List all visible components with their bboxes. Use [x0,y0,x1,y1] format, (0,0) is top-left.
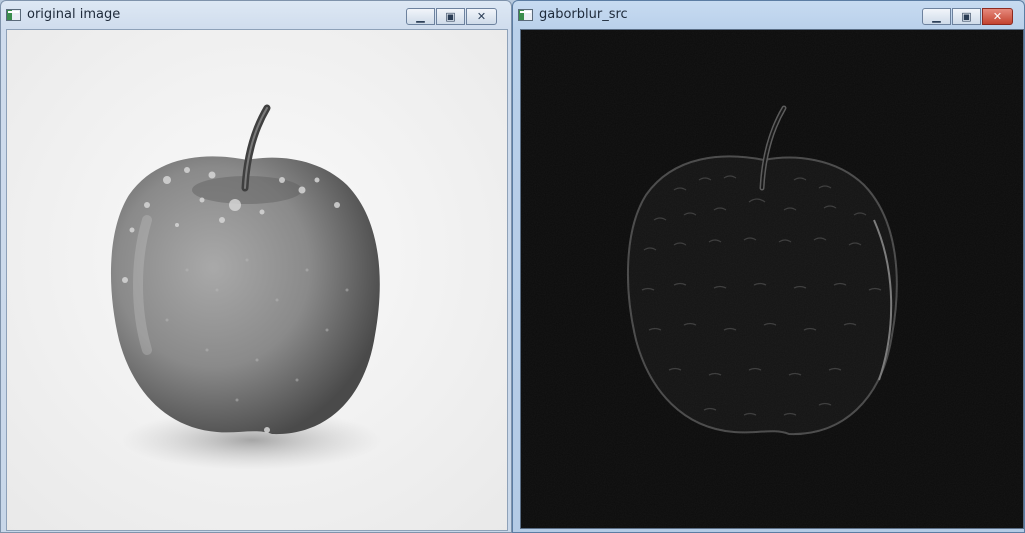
minimize-icon: ▁ [932,10,941,23]
app-window-icon [518,9,533,21]
window-title: original image [27,7,121,22]
close-icon: ✕ [476,10,487,23]
minimize-button[interactable]: ▁ [922,8,951,25]
maximize-button[interactable]: ▣ [952,8,981,25]
maximize-icon: ▣ [961,10,972,23]
app-window-icon [6,9,21,21]
window-controls: ▁ ▣ ✕ [406,8,498,25]
original-image-window[interactable]: original image ▁ ▣ ✕ [0,0,512,533]
minimize-icon: ▁ [416,10,425,23]
minimize-button[interactable]: ▁ [406,8,435,25]
image-display-area [6,29,508,531]
gaborblur-window[interactable]: gaborblur_src ▁ ▣ ✕ [512,0,1025,533]
apple-photo [7,30,507,530]
close-icon: ✕ [992,10,1003,23]
close-button[interactable]: ✕ [466,8,497,25]
window-title: gaborblur_src [539,7,628,22]
maximize-icon: ▣ [445,10,456,23]
maximize-button[interactable]: ▣ [436,8,465,25]
image-display-area [520,29,1024,529]
window-controls: ▁ ▣ ✕ [922,8,1014,25]
window-titlebar[interactable]: original image ▁ ▣ ✕ [1,1,511,29]
window-titlebar[interactable]: gaborblur_src ▁ ▣ ✕ [513,1,1024,29]
apple-gabor-filtered [521,30,1023,528]
close-button[interactable]: ✕ [982,8,1013,25]
